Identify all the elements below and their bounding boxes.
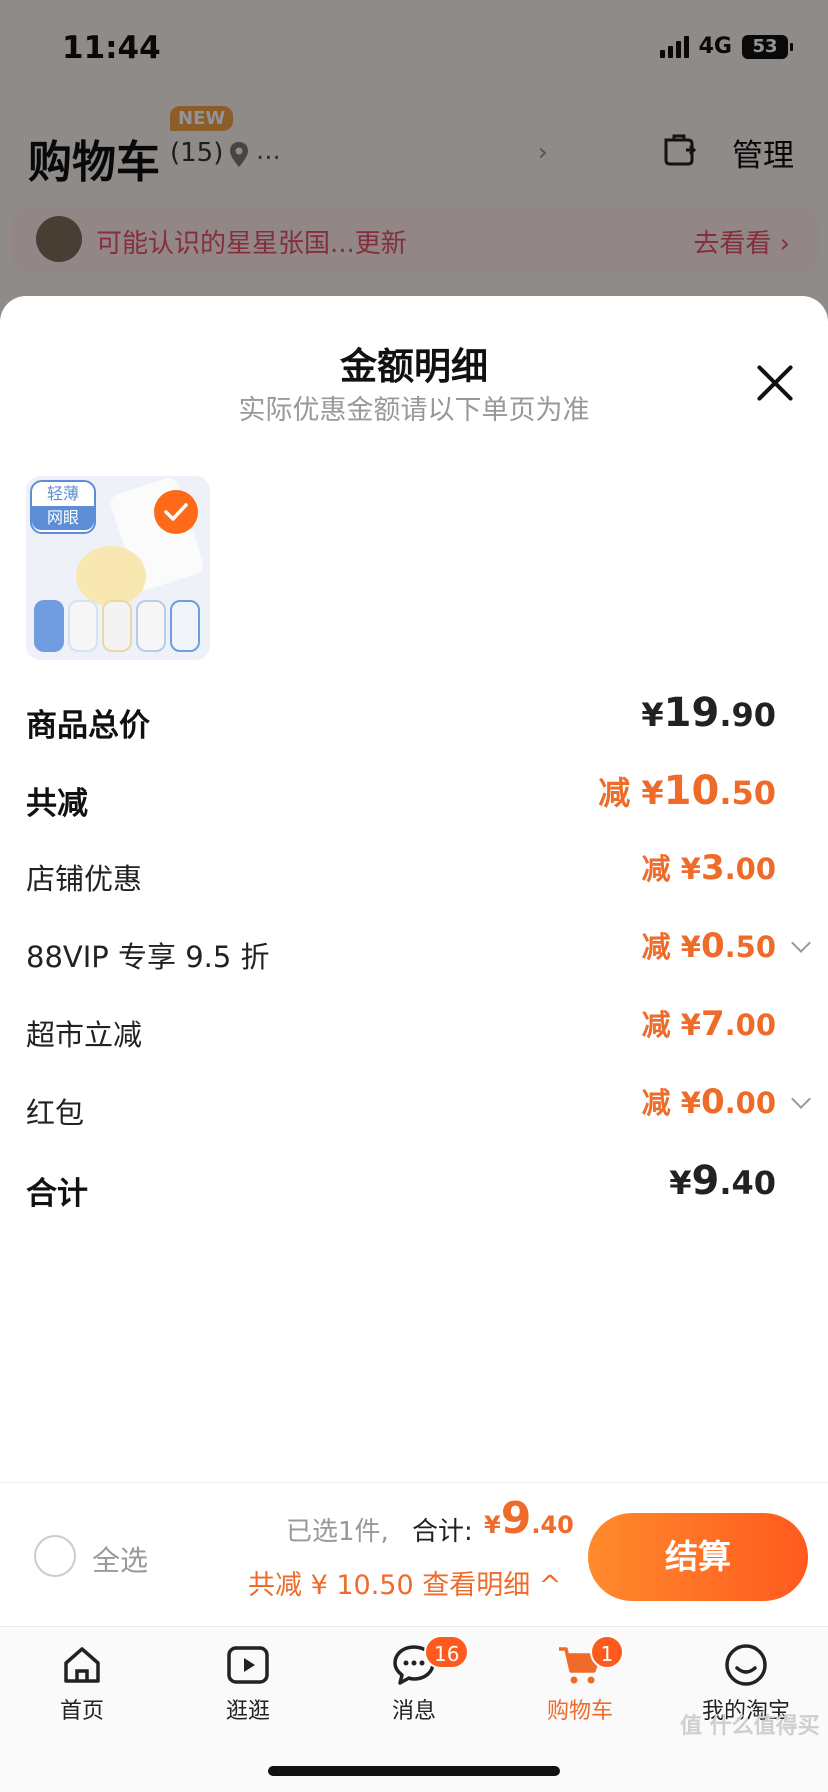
- amount-row-label: 商品总价: [26, 708, 150, 744]
- total-label: 合计:: [412, 1517, 473, 1547]
- checkmark-icon[interactable]: [154, 490, 198, 534]
- amount-row-label: 红包: [26, 1096, 85, 1130]
- amount-row-label: 超市立减: [26, 1018, 143, 1052]
- selected-count: 已选1件,: [286, 1517, 389, 1547]
- amount-row: 超市立减 减 ¥7.00: [26, 1002, 776, 1062]
- amount-row-label: 合计: [26, 1176, 88, 1212]
- total-amount: ¥9.40: [484, 1493, 574, 1544]
- tab-label: 消息: [391, 1699, 436, 1724]
- smile-icon: [725, 1644, 767, 1686]
- amount-row-value: 减 ¥3.00: [641, 848, 776, 888]
- amount-row: 商品总价 ¥19.90: [26, 690, 776, 750]
- product-tag: 轻薄 网眼: [30, 480, 96, 534]
- checkout-button[interactable]: 结算: [588, 1513, 808, 1601]
- select-all-radio[interactable]: [34, 1535, 76, 1577]
- amount-row-value: ¥19.90: [641, 690, 776, 736]
- checkout-bar: 全选 已选1件, 合计: ¥9.40 共减 ¥ 10.50 查看明细 ^ 结算: [0, 1482, 828, 1626]
- amount-row[interactable]: 88VIP 专享 9.5 折 减 ¥0.50: [26, 924, 811, 984]
- watermark: 值 什么值得买: [680, 1714, 820, 1739]
- home-icon: [64, 1647, 100, 1683]
- chevron-down-icon[interactable]: [791, 1089, 811, 1109]
- play-icon: [227, 1646, 269, 1684]
- sock-image: [68, 600, 98, 652]
- amount-row-value: 减 ¥7.00: [641, 1004, 776, 1044]
- amount-row-value: 减 ¥10.50: [598, 768, 776, 814]
- amount-row-value: 减 ¥0.50: [641, 926, 776, 966]
- amount-row-value: ¥9.40: [669, 1158, 776, 1204]
- message-badge: 16: [424, 1635, 470, 1669]
- sock-image: [136, 600, 166, 652]
- tab-cart[interactable]: 1 购物车: [520, 1635, 640, 1741]
- cart-badge: 1: [590, 1635, 624, 1669]
- amount-row: 合计 ¥9.40: [26, 1158, 776, 1218]
- tab-home[interactable]: 首页: [22, 1641, 142, 1741]
- close-icon[interactable]: [754, 362, 796, 404]
- tab-label: 首页: [59, 1699, 104, 1724]
- tab-messages[interactable]: 16 消息: [354, 1635, 474, 1741]
- tab-browse[interactable]: 逛逛: [188, 1641, 308, 1741]
- amount-row[interactable]: 红包 减 ¥0.00: [26, 1080, 811, 1140]
- tab-label: 购物车: [546, 1699, 613, 1724]
- product-tag-bottom: 网眼: [32, 506, 94, 530]
- amount-row: 共减 减 ¥10.50: [26, 768, 776, 828]
- sock-image: [170, 600, 200, 652]
- home-indicator[interactable]: [268, 1766, 560, 1776]
- select-all-label[interactable]: 全选: [92, 1539, 148, 1579]
- amount-row-label: 店铺优惠: [26, 862, 143, 896]
- sock-image: [76, 546, 146, 606]
- chevron-down-icon[interactable]: [791, 933, 811, 953]
- sheet-subtitle: 实际优惠金额请以下单页为准: [238, 395, 590, 426]
- sheet-title: 金额明细: [340, 345, 488, 388]
- view-details-link[interactable]: 共减 ¥ 10.50 查看明细 ^: [248, 1563, 561, 1602]
- sock-image: [102, 600, 132, 652]
- product-thumbnail[interactable]: 轻薄 网眼: [26, 476, 210, 660]
- amount-row: 店铺优惠 减 ¥3.00: [26, 846, 776, 906]
- tab-label: 逛逛: [225, 1699, 270, 1724]
- amount-row-label: 88VIP 专享 9.5 折: [26, 940, 270, 974]
- sock-image: [34, 600, 64, 652]
- amount-row-value: 减 ¥0.00: [641, 1082, 776, 1122]
- amount-row-label: 共减: [26, 786, 88, 822]
- product-tag-top: 轻薄: [46, 484, 79, 503]
